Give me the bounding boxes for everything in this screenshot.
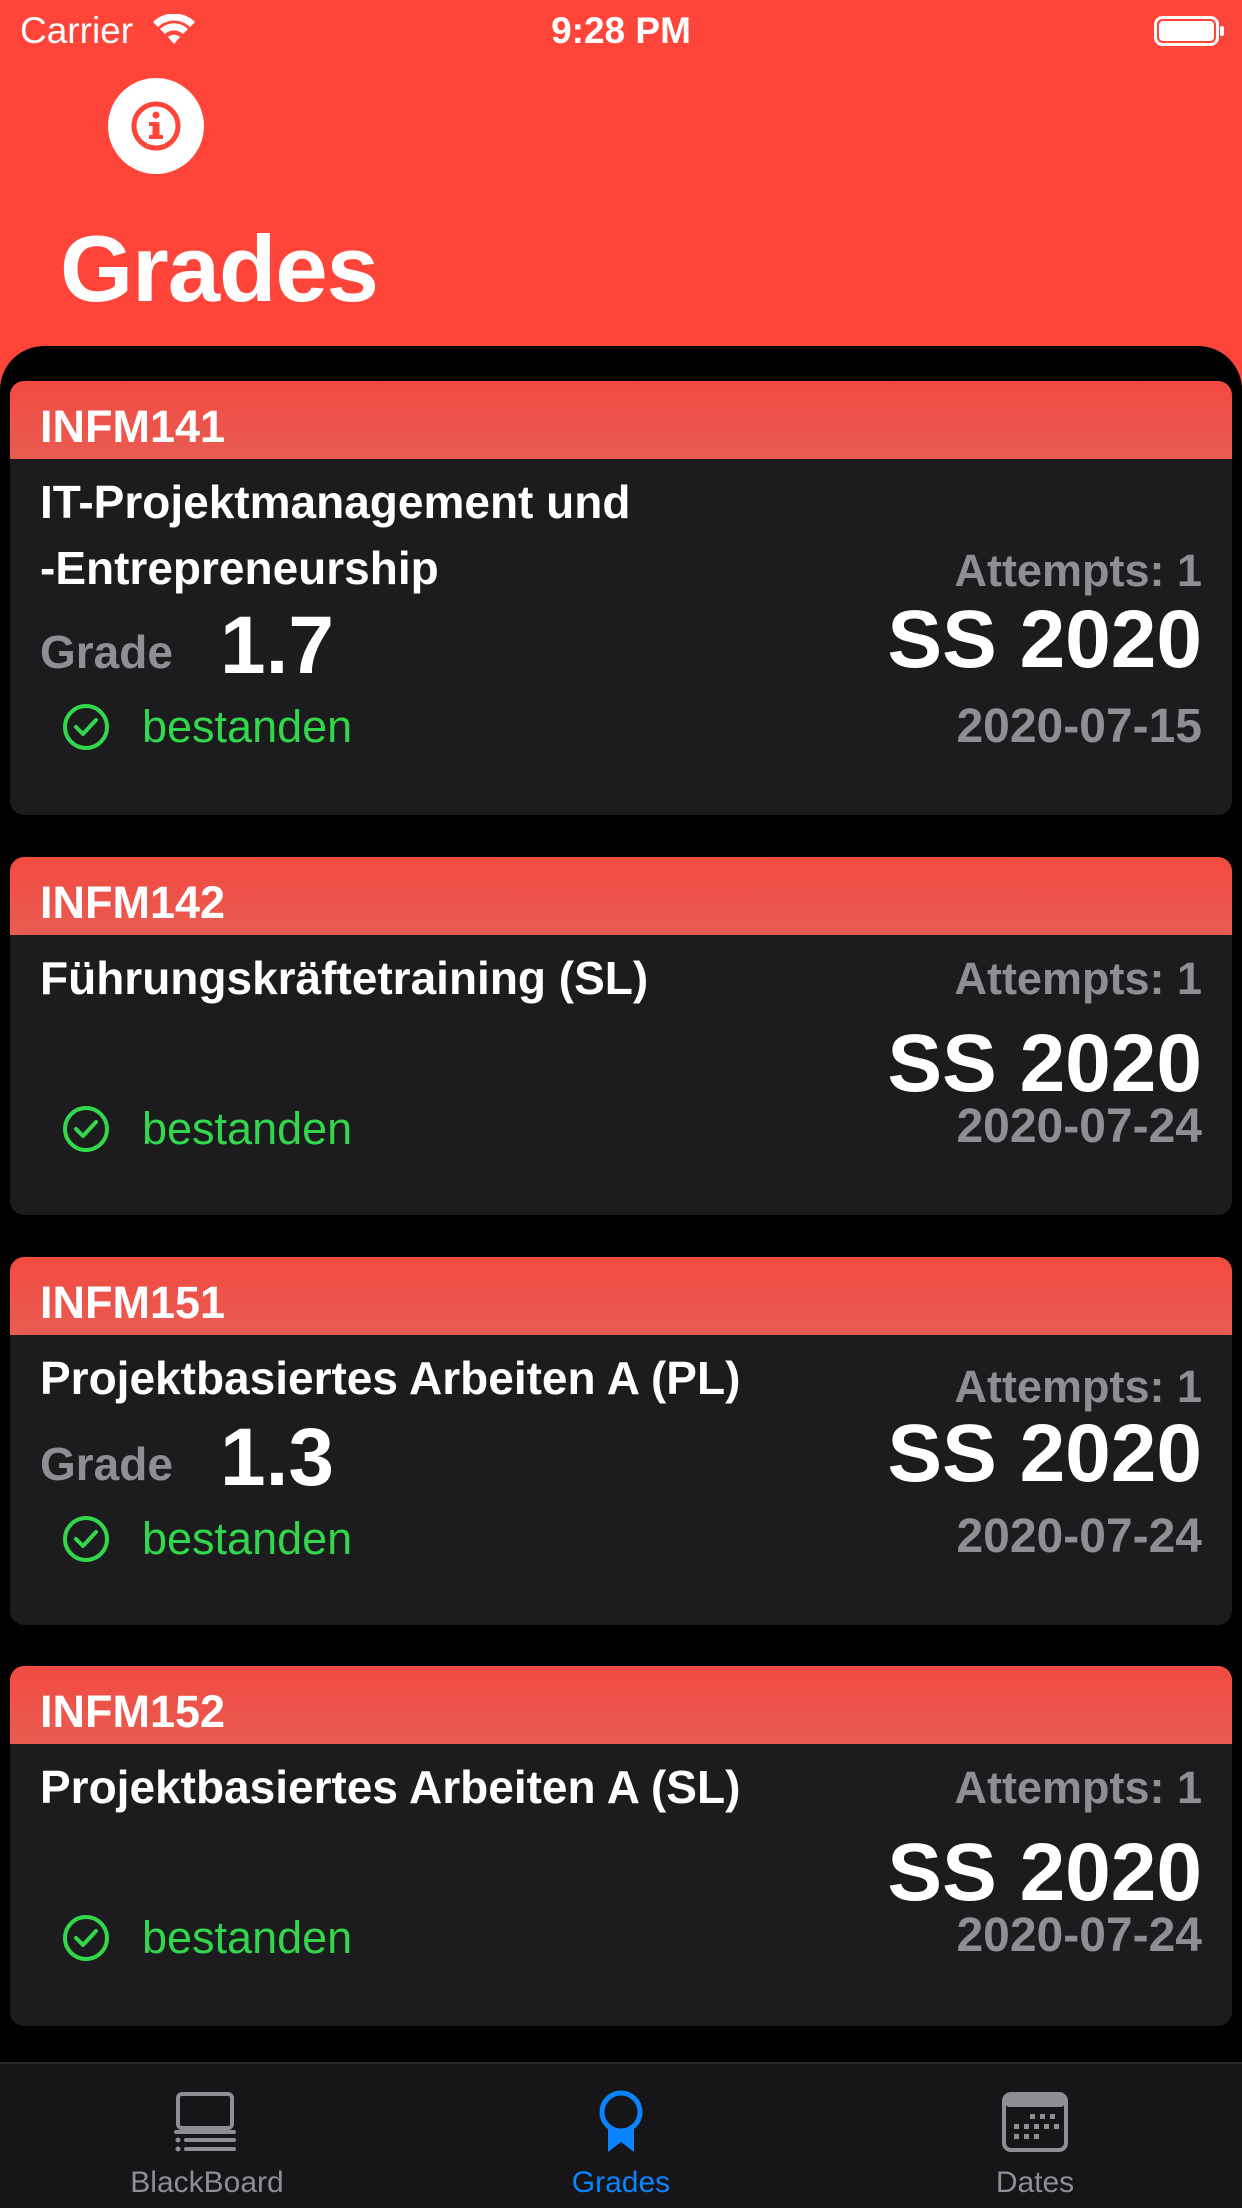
- checkmark-circle-icon: [63, 1516, 109, 1562]
- info-circle-icon: [131, 101, 181, 151]
- checkmark-circle-icon: [63, 704, 109, 750]
- grade-label: Grade: [40, 626, 173, 678]
- tab-blackboard[interactable]: BlackBoard: [0, 2064, 414, 2208]
- tab-bar: BlackBoard Grades Dates: [0, 2062, 1242, 2208]
- status-text: bestanden: [142, 1103, 353, 1154]
- attempts-label: Attempts: 1: [954, 1361, 1202, 1412]
- exam-date: 2020-07-24: [956, 1510, 1202, 1563]
- course-title: Projektbasiertes Arbeiten A (SL): [40, 1754, 740, 1820]
- grade-label: Grade: [40, 1438, 173, 1490]
- clock: 9:28 PM: [551, 10, 691, 51]
- course-title-line: Führungskräftetraining (SL): [40, 952, 649, 1004]
- grade-value: 1.3: [220, 1412, 334, 1503]
- info-button[interactable]: [108, 78, 204, 174]
- checkmark-circle-icon: [63, 1915, 109, 1961]
- card-header: INFM152: [10, 1666, 1232, 1744]
- course-code: INFM151: [40, 1277, 226, 1328]
- status-row: bestanden: [62, 1912, 352, 1964]
- grade-card[interactable]: INFM152 Projektbasiertes Arbeiten A (SL)…: [10, 1666, 1232, 2026]
- attempts-label: Attempts: 1: [954, 953, 1202, 1004]
- exam-date: 2020-07-24: [956, 1100, 1202, 1153]
- grade-card[interactable]: INFM151 Projektbasiertes Arbeiten A (PL)…: [10, 1257, 1232, 1625]
- course-title-line: Projektbasiertes Arbeiten A (SL): [40, 1761, 741, 1813]
- screen: Carrier 9:28 PM Grades INFM141 IT-Projek…: [0, 0, 1242, 2208]
- status-row: bestanden: [62, 1103, 352, 1155]
- exam-date: 2020-07-24: [956, 1909, 1202, 1962]
- status-row: bestanden: [62, 701, 352, 753]
- blackboard-icon: [174, 2092, 236, 2152]
- grade-value: 1.7: [220, 600, 334, 691]
- semester-label: SS 2020: [887, 1827, 1202, 1918]
- course-title: Führungskräftetraining (SL): [40, 945, 648, 1011]
- status-text: bestanden: [142, 1513, 353, 1564]
- course-title-line: Projektbasiertes Arbeiten A (PL): [40, 1352, 741, 1404]
- tab-label: BlackBoard: [130, 2166, 284, 2199]
- card-header: INFM141: [10, 381, 1232, 459]
- course-code: INFM152: [40, 1686, 226, 1737]
- course-title-line: -Entrepreneurship: [40, 542, 439, 594]
- grades-list[interactable]: INFM141 IT-Projektmanagement und -Entrep…: [0, 346, 1242, 2062]
- ribbon-icon: [599, 2090, 643, 2152]
- header: Carrier 9:28 PM Grades: [0, 0, 1242, 400]
- tab-dates[interactable]: Dates: [828, 2064, 1242, 2208]
- calendar-icon: [1002, 2092, 1068, 2152]
- status-text: bestanden: [142, 1912, 353, 1963]
- course-code: INFM141: [40, 401, 226, 452]
- card-header: INFM151: [10, 1257, 1232, 1335]
- status-row: bestanden: [62, 1513, 352, 1565]
- semester-label: SS 2020: [887, 1018, 1202, 1109]
- battery-icon: [1154, 16, 1224, 46]
- semester-label: SS 2020: [887, 594, 1202, 685]
- grade-card[interactable]: INFM142 Führungskräftetraining (SL) Atte…: [10, 857, 1232, 1215]
- course-title: IT-Projektmanagement und -Entrepreneursh…: [40, 469, 630, 601]
- exam-date: 2020-07-15: [956, 700, 1202, 753]
- course-title: Projektbasiertes Arbeiten A (PL): [40, 1345, 740, 1411]
- tab-label: Grades: [571, 2166, 671, 2199]
- tab-label: Dates: [995, 2166, 1075, 2199]
- grade-card[interactable]: INFM141 IT-Projektmanagement und -Entrep…: [10, 381, 1232, 815]
- status-bar: Carrier 9:28 PM: [0, 0, 1242, 62]
- course-title-line: IT-Projektmanagement und: [40, 476, 631, 528]
- course-code: INFM142: [40, 877, 226, 928]
- attempts-label: Attempts: 1: [954, 545, 1202, 596]
- attempts-label: Attempts: 1: [954, 1762, 1202, 1813]
- card-header: INFM142: [10, 857, 1232, 935]
- page-title: Grades: [60, 216, 379, 321]
- status-text: bestanden: [142, 701, 353, 752]
- semester-label: SS 2020: [887, 1408, 1202, 1499]
- tab-grades[interactable]: Grades: [414, 2064, 828, 2208]
- checkmark-circle-icon: [63, 1106, 109, 1152]
